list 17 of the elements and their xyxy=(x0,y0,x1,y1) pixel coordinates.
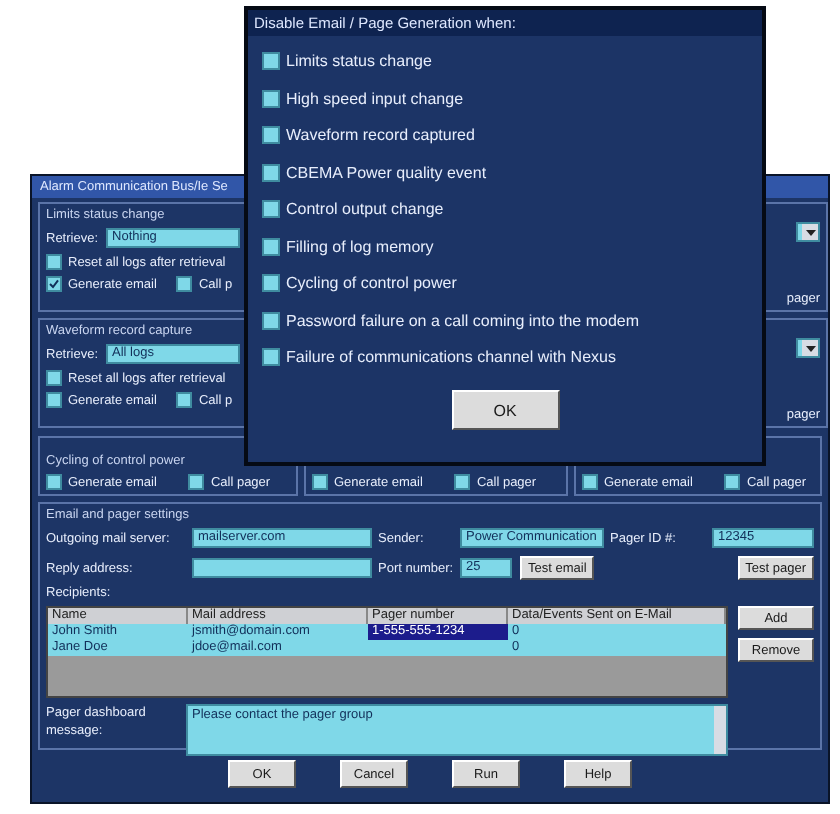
condition-checkbox[interactable]: Limits status change xyxy=(262,52,762,70)
condition-checkbox[interactable]: Filling of log memory xyxy=(262,237,762,255)
retrieve-dropdown[interactable] xyxy=(796,222,820,242)
condition-checkbox[interactable]: High speed input change xyxy=(262,89,762,107)
checkmark-icon xyxy=(48,278,60,290)
condition-checkbox[interactable]: Failure of communications channel with Nexus xyxy=(262,348,762,366)
dropdown-arrow-icon xyxy=(805,345,815,351)
condition-checkbox[interactable]: Waveform record captured xyxy=(262,126,762,144)
condition-checkbox[interactable]: Control output change xyxy=(262,200,762,218)
condition-checkbox[interactable]: Password failure on a call coming into the modem xyxy=(262,311,762,329)
scrollbar[interactable] xyxy=(714,706,726,754)
condition-checkbox[interactable]: Cycling of control power xyxy=(262,274,762,292)
input-field[interactable] xyxy=(192,558,372,578)
condition-checkbox[interactable]: CBEMA Power quality event xyxy=(262,163,762,181)
dropdown-arrow-icon xyxy=(805,229,815,235)
ok-button[interactable]: OK xyxy=(451,390,559,430)
retrieve-dropdown[interactable] xyxy=(796,338,820,358)
